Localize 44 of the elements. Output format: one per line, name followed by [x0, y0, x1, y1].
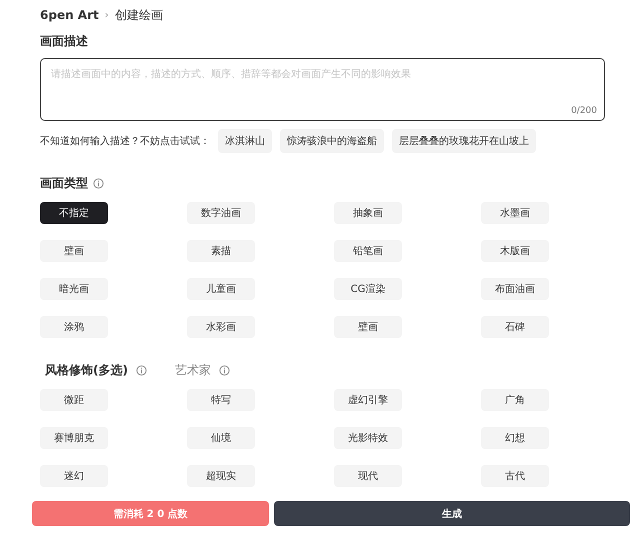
type-option[interactable]: 木版画: [481, 240, 549, 262]
type-option[interactable]: 布面油画: [481, 278, 549, 300]
type-option[interactable]: CG渲染: [334, 278, 402, 300]
type-option[interactable]: 暗光画: [40, 278, 108, 300]
style-option[interactable]: 迷幻: [40, 465, 108, 487]
type-option[interactable]: 壁画: [40, 240, 108, 262]
breadcrumb-current: 创建绘画: [114, 6, 163, 24]
style-option[interactable]: 幻想: [481, 427, 549, 449]
type-option[interactable]: 铅笔画: [334, 240, 402, 262]
suggestion-chip[interactable]: 层层叠叠的玫瑰花开在山坡上: [392, 129, 536, 153]
style-option[interactable]: 特写: [187, 389, 255, 411]
section-title: 画面描述: [40, 34, 88, 48]
info-icon[interactable]: [218, 365, 230, 376]
style-option[interactable]: 古代: [481, 465, 549, 487]
type-option[interactable]: 抽象画: [334, 202, 402, 224]
style-tab[interactable]: 艺术家: [174, 362, 211, 379]
style-tab[interactable]: 风格修饰(多选): [45, 362, 128, 379]
style-option[interactable]: 广角: [481, 389, 549, 411]
type-option[interactable]: 石碑: [481, 316, 549, 338]
info-icon[interactable]: [136, 365, 147, 376]
type-option[interactable]: 水墨画: [481, 202, 549, 224]
type-option[interactable]: 儿童画: [187, 278, 255, 300]
style-option[interactable]: 赛博朋克: [40, 427, 108, 449]
suggestion-chip[interactable]: 冰淇淋山: [218, 129, 272, 153]
style-option[interactable]: 微距: [40, 389, 108, 411]
type-option[interactable]: 水彩画: [187, 316, 255, 338]
breadcrumb-separator: ›: [104, 10, 109, 20]
type-option[interactable]: 素描: [187, 240, 255, 262]
suggestion-chip[interactable]: 惊涛骇浪中的海盗船: [280, 129, 384, 153]
breadcrumb-link[interactable]: 6pen Art: [40, 8, 99, 22]
section-title: 画面类型: [40, 175, 88, 192]
style-option[interactable]: 虚幻引擎: [334, 389, 402, 411]
style-option[interactable]: 现代: [334, 465, 402, 487]
style-option[interactable]: 仙境: [187, 427, 255, 449]
type-option[interactable]: 数字油画: [187, 202, 255, 224]
style-option[interactable]: 超现实: [187, 465, 255, 487]
hint-text: 不知道如何输入描述？不妨点击试试：: [40, 134, 210, 148]
info-icon[interactable]: [93, 178, 104, 189]
style-option[interactable]: 光影特效: [334, 427, 402, 449]
generate-button[interactable]: 生成: [274, 501, 630, 526]
type-option[interactable]: 涂鸦: [40, 316, 108, 338]
type-option[interactable]: 不指定: [40, 202, 108, 224]
character-counter: 0/200: [571, 106, 597, 116]
type-option[interactable]: 壁画: [334, 316, 402, 338]
